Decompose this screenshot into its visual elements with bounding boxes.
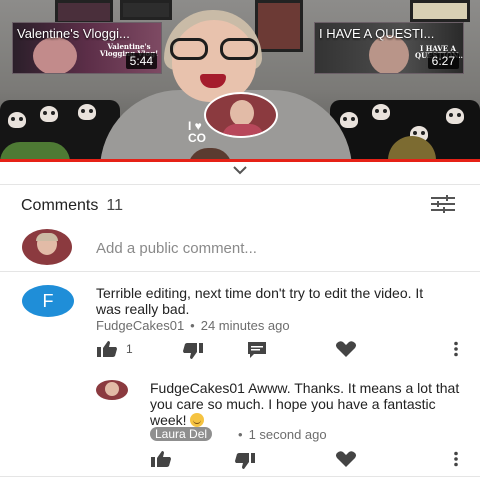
thumbs-up-icon[interactable] — [150, 450, 172, 468]
heart-icon[interactable] — [335, 340, 357, 358]
sort-filter-icon[interactable] — [430, 194, 456, 214]
like-count: 1 — [126, 342, 133, 356]
comments-title: Comments — [21, 197, 99, 214]
endscreen-title: I HAVE A QUESTI... — [319, 26, 435, 41]
reply-text: FudgeCakes01 Awww. Thanks. It means a lo… — [150, 380, 460, 428]
reply-time: 1 second ago — [248, 427, 327, 442]
endscreen-video-1[interactable]: Valentine's Vloggi... Valentine's Vloggi… — [12, 22, 162, 74]
reply-meta: • 1 second ago — [238, 427, 327, 442]
smiling-emoji-icon — [190, 413, 205, 427]
endscreen-duration: 5:44 — [125, 53, 157, 69]
channel-avatar-overlay[interactable] — [204, 92, 278, 138]
skull-decoration — [372, 104, 390, 120]
comment-author[interactable]: FudgeCakes01 — [96, 318, 184, 333]
thumbs-down-icon[interactable] — [234, 452, 256, 470]
thumbs-up-icon[interactable] — [96, 340, 118, 358]
thumbs-down-icon[interactable] — [182, 342, 204, 360]
divider — [0, 184, 480, 185]
wall-poster — [410, 0, 470, 22]
add-comment-input[interactable]: Add a public comment... — [96, 240, 257, 257]
reply-author-avatar[interactable] — [96, 380, 128, 400]
comments-header: Comments 11 — [21, 197, 123, 215]
reply-icon[interactable] — [246, 341, 268, 359]
thumbnail-face — [33, 37, 77, 73]
comment-meta: FudgeCakes01 • 24 minutes ago — [96, 318, 290, 333]
video-player[interactable]: I ♥ CO Valentine's Vloggi... Valentine's… — [0, 0, 480, 162]
chevron-down-icon[interactable] — [233, 165, 247, 175]
commenter-avatar[interactable]: F — [22, 285, 74, 317]
more-vert-icon[interactable] — [453, 341, 459, 357]
endscreen-title: Valentine's Vloggi... — [17, 26, 130, 41]
heart-icon[interactable] — [335, 450, 357, 468]
sweater-text: I ♥ CO — [188, 119, 206, 145]
comment-time: 24 minutes ago — [200, 318, 290, 333]
skull-decoration — [40, 106, 58, 122]
comment-text: Terrible editing, next time don't try to… — [96, 285, 424, 317]
reply-author-chip[interactable]: Laura Del — [150, 427, 213, 441]
app-root: I ♥ CO Valentine's Vloggi... Valentine's… — [0, 0, 480, 480]
collapse-toggle[interactable] — [0, 162, 480, 178]
avatar-letter: F — [42, 290, 54, 311]
skull-decoration — [8, 112, 26, 128]
divider — [0, 271, 480, 272]
user-avatar — [22, 229, 72, 265]
comments-count: 11 — [106, 197, 123, 214]
endscreen-duration: 6:27 — [427, 53, 459, 69]
more-vert-icon[interactable] — [453, 451, 459, 467]
skull-decoration — [446, 108, 464, 124]
glasses — [168, 38, 260, 62]
divider — [0, 476, 480, 477]
endscreen-video-2[interactable]: I HAVE A QUESTI... I HAVE A QUESTION... … — [314, 22, 464, 74]
